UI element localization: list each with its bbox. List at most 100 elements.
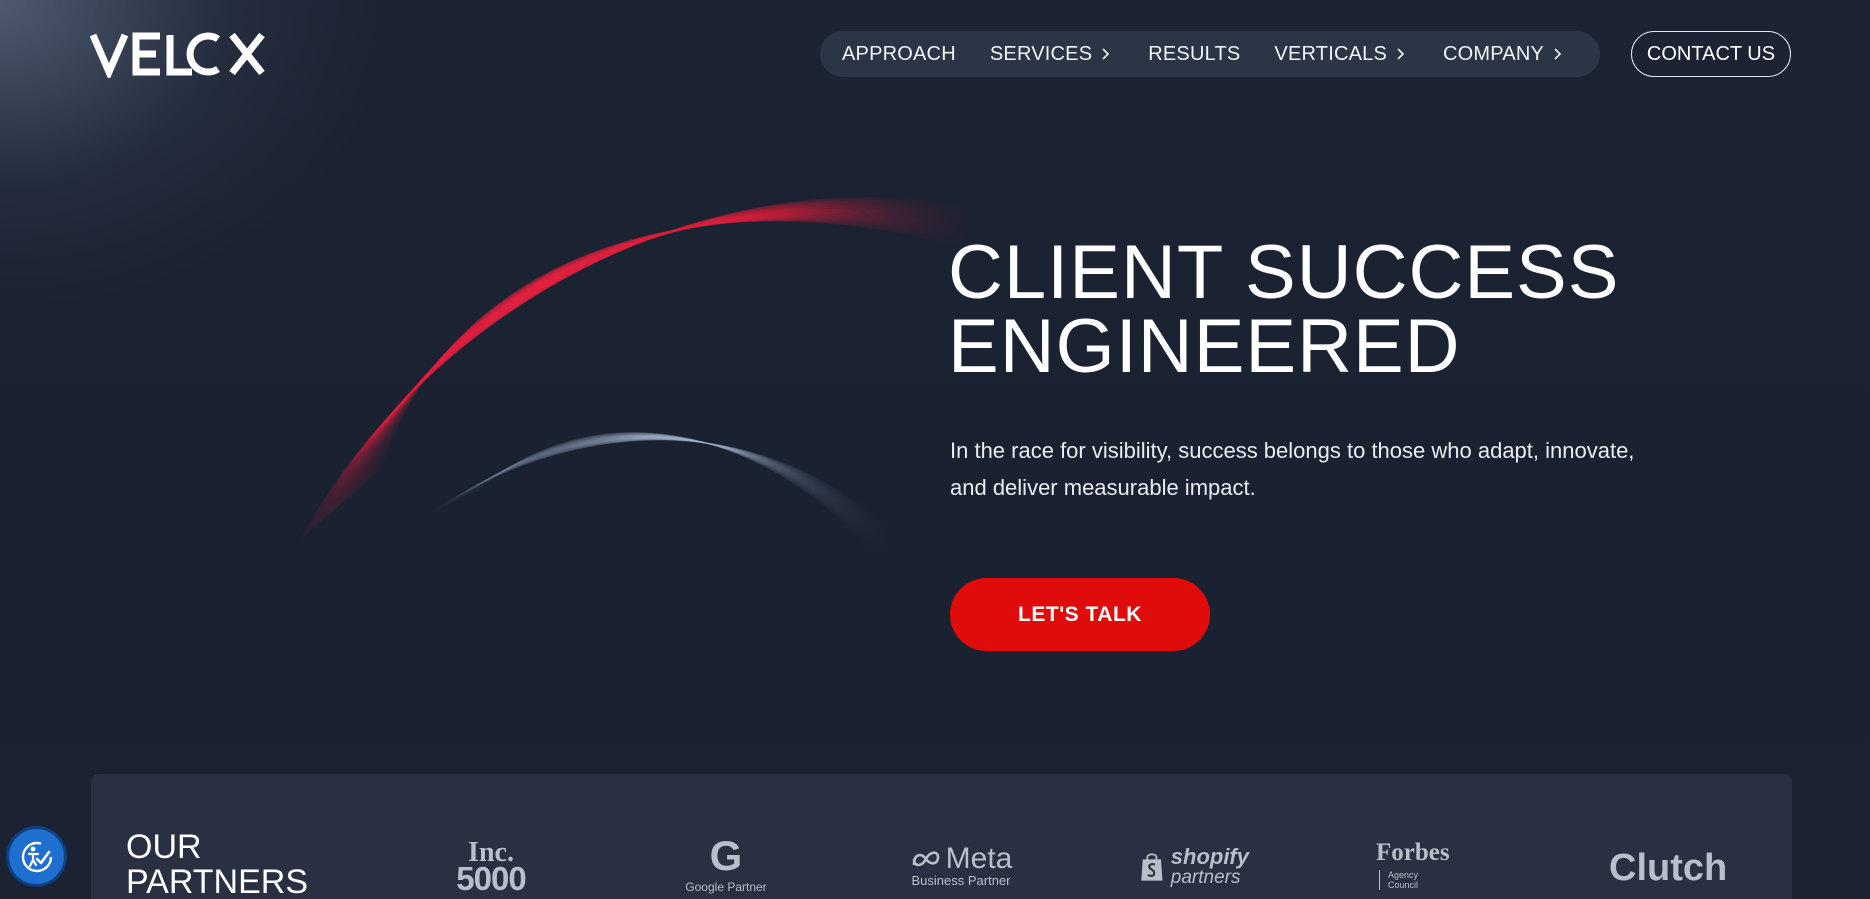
wave-arc-red [372,219,972,477]
shopify-partners-logo: shopify partners [1139,846,1249,888]
nav-item-services[interactable]: SERVICES [990,43,1114,66]
wave-arc-grey [450,436,890,551]
wave-arc-grey [458,435,888,554]
wave-arc-grey [419,439,901,541]
lets-talk-button[interactable]: LET'S TALK [950,578,1210,651]
contact-us-button[interactable]: CONTACT US [1631,31,1791,77]
nav-item-company[interactable]: COMPANY [1443,43,1566,66]
nav-item-label: RESULTS [1148,42,1241,65]
meta-wordmark: Meta [945,842,1013,875]
chevron-right-icon [1554,48,1562,60]
wave-arc-red [330,208,977,513]
forbes-subcaption: Agency Council [1379,870,1466,890]
wave-arc-red [374,219,971,475]
velox-logo[interactable] [90,30,268,78]
wave-arc-grey [474,432,882,559]
google-partner-caption: Google Partner [685,880,767,894]
wave-arc-grey [429,438,898,544]
wave-arc-red [316,203,979,526]
wave-arc-red [335,209,976,509]
wave-arc-red [360,216,973,488]
wave-arc-grey [462,434,886,555]
wave-arc-grey [470,433,884,558]
wave-arc-grey [455,435,889,553]
partners-section: OUR PARTNERS Inc. 5000 G Google Partner … [91,774,1792,899]
wave-arc-grey [422,439,900,542]
wave-arc-grey [465,434,886,556]
wave-arc-grey [426,438,898,543]
wave-arc-red [343,212,975,503]
wave-arc-red [306,200,980,534]
wave-arc-red [326,206,977,517]
wave-arc-grey [448,436,891,550]
hero-title-line: CLIENT SUCCESS [948,230,1620,315]
wave-arc-grey [431,438,897,545]
wave-arc-red [299,197,981,541]
wave-arc-grey [477,432,882,560]
wave-arc-red [345,212,975,500]
wave-arc-grey [472,433,883,558]
shopify-text: shopify partners [1171,846,1249,888]
wave-arc-red [350,214,974,496]
wave-arc-red [364,217,972,483]
forbes-wordmark: Forbes [1376,839,1450,866]
google-partner-logo: G Google Partner [671,832,781,895]
main-nav: APPROACH SERVICES RESULTS VERTICALS COMP… [820,31,1600,77]
wave-arc-grey [441,437,894,548]
wave-arc-grey [446,436,892,550]
wave-arc-grey [434,438,896,546]
wave-arc-red [347,213,975,498]
wave-arc-red [321,205,978,522]
shopify-partners-caption: partners [1170,867,1241,888]
wave-arc-grey [460,434,887,554]
shopify-bag-icon [1141,853,1163,881]
nav-item-approach[interactable]: APPROACH [842,43,956,66]
nav-item-label: APPROACH [842,42,956,65]
accessibility-widget-button[interactable] [9,829,64,884]
nav-item-results[interactable]: RESULTS [1148,43,1240,66]
meta-infinity-icon [912,851,939,867]
wave-arc-red [357,216,973,490]
hero-subtitle-line: In the race for visibility, success belo… [950,438,1635,463]
wave-arc-grey [438,437,894,547]
partners-title: OUR PARTNERS [126,830,308,899]
forbes-subcaption-line: Council [1388,880,1419,890]
hero-title-line: ENGINEERED [948,304,1461,389]
shopify-wordmark: shopify [1170,844,1249,869]
wave-arc-red [367,218,972,481]
nav-item-label: SERVICES [989,42,1093,65]
meta-mark: Meta [901,844,1021,874]
wave-arc-grey [453,435,890,552]
wave-arc-red [340,211,975,505]
nav-item-label: COMPANY [1443,42,1545,65]
wave-arc-red [333,209,976,511]
wave-arc-grey [443,437,893,549]
accessibility-check-icon [21,841,52,872]
inc-logo-line: 5000 [456,860,526,897]
hero-subtitle: In the race for visibility, success belo… [950,432,1710,506]
wave-arc-grey [467,433,885,557]
wave-arc-red [352,214,974,494]
hero-title: CLIENT SUCCESS ENGINEERED [948,230,1808,389]
meta-caption: Business Partner [911,873,1011,888]
partners-title-line: PARTNERS [126,863,309,899]
wave-arc-red [304,199,980,537]
wave-arc-red [309,200,979,532]
wave-arc-grey [424,439,899,542]
partners-title-line: OUR [126,828,202,866]
forbes-agency-council-logo: Forbes Agency Council [1376,840,1466,890]
forbes-subcaption-line: Agency [1388,870,1419,880]
chevron-right-icon [1102,48,1110,60]
wave-arc-red [318,204,978,524]
wave-arc-red [355,215,974,492]
wave-arc-red [369,218,972,479]
chevron-right-icon [1397,48,1405,60]
clutch-logo: Clutch [1609,847,1728,889]
wave-arc-red [323,205,978,520]
hero-subtitle-line: and deliver measurable impact. [950,475,1256,500]
meta-business-partner-logo: Meta Business Partner [901,844,1021,888]
inc-5000-logo: Inc. 5000 [451,839,531,897]
page: APPROACH SERVICES RESULTS VERTICALS COMP… [0,0,1870,899]
google-g-mark: G [709,832,743,879]
nav-item-verticals[interactable]: VERTICALS [1274,43,1409,66]
